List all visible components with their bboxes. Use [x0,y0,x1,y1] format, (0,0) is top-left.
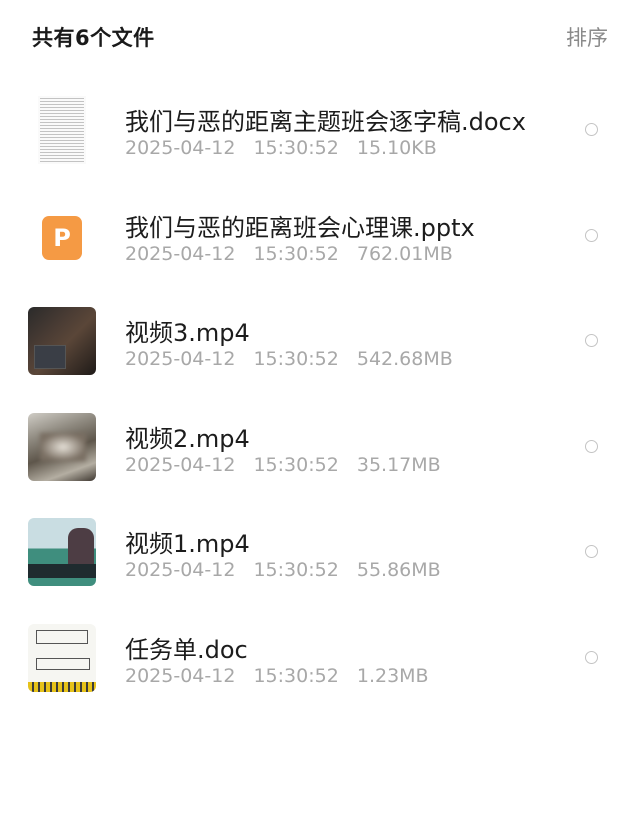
header: 共有6个文件 排序 [0,0,640,72]
file-name: 我们与恶的距离班会心理课.pptx [125,213,475,242]
file-row[interactable]: P 我们与恶的距离班会心理课.pptx 2025-04-12 15:30:52 … [0,186,640,292]
select-radio[interactable] [585,650,598,664]
file-meta: 2025-04-12 15:30:52 15.10KB [125,137,449,159]
file-size: 1.23MB [356,664,429,687]
file-count-title: 共有6个文件 [32,26,155,50]
file-meta: 2025-04-12 15:30:52 35.17MB [125,454,453,476]
file-size: 55.86MB [356,559,441,582]
file-list: 我们与恶的距离主题班会逐字稿.docx 2025-04-12 15:30:52 … [0,80,640,714]
select-radio[interactable] [585,228,598,242]
docx-thumbnail-icon [38,96,86,164]
select-radio[interactable] [585,334,598,348]
file-name: 视频2.mp4 [125,424,250,453]
file-time: 15:30:52 [253,137,339,159]
file-meta: 2025-04-12 15:30:52 55.86MB [125,559,453,581]
file-date: 2025-04-12 [125,664,236,687]
doc-thumbnail-icon [28,623,96,692]
video-thumbnail-icon [28,518,96,587]
file-time: 15:30:52 [253,453,339,476]
file-date: 2025-04-12 [125,137,236,159]
file-name: 任务单.doc [125,635,248,664]
file-meta: 2025-04-12 15:30:52 762.01MB [125,243,465,265]
file-size: 35.17MB [356,453,441,476]
file-size: 542.68MB [356,348,453,371]
video-thumbnail-icon [28,412,96,481]
file-name: 我们与恶的距离主题班会逐字稿.docx [125,108,526,136]
file-size: 15.10KB [356,137,437,159]
file-time: 15:30:52 [253,242,339,265]
sort-button[interactable]: 排序 [566,22,608,52]
file-time: 15:30:52 [253,664,339,687]
file-meta: 2025-04-12 15:30:52 542.68MB [125,348,465,370]
file-name: 视频3.mp4 [125,319,250,348]
pptx-icon-letter: P [53,223,71,252]
pptx-icon: P [42,215,82,260]
select-radio[interactable] [585,545,598,559]
file-row[interactable]: 视频3.mp4 2025-04-12 15:30:52 542.68MB [0,291,640,397]
file-meta: 2025-04-12 15:30:52 1.23MB [125,665,441,687]
file-row[interactable]: 我们与恶的距离主题班会逐字稿.docx 2025-04-12 15:30:52 … [0,80,640,186]
file-name: 视频1.mp4 [125,530,250,559]
file-date: 2025-04-12 [125,559,236,582]
file-time: 15:30:52 [253,348,339,371]
video-thumbnail-icon [28,307,96,376]
file-size: 762.01MB [356,242,453,265]
select-radio[interactable] [585,123,598,136]
select-radio[interactable] [585,439,598,453]
file-row[interactable]: 视频2.mp4 2025-04-12 15:30:52 35.17MB [0,397,640,503]
file-row[interactable]: 视频1.mp4 2025-04-12 15:30:52 55.86MB [0,502,640,608]
file-date: 2025-04-12 [125,348,236,371]
file-time: 15:30:52 [253,559,339,582]
file-date: 2025-04-12 [125,242,236,265]
file-date: 2025-04-12 [125,453,236,476]
file-row[interactable]: 任务单.doc 2025-04-12 15:30:52 1.23MB [0,608,640,714]
